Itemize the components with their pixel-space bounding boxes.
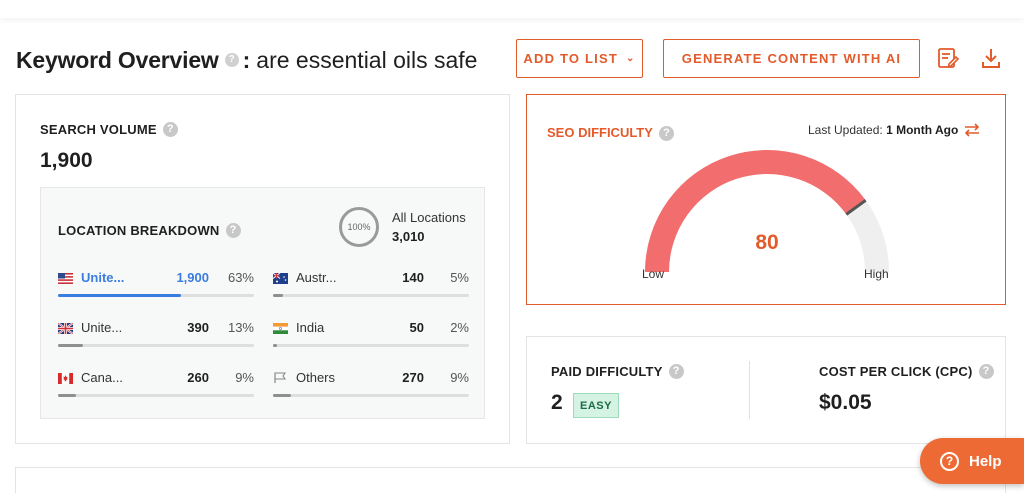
- location-bar: [273, 394, 469, 397]
- all-locations-ring: 100%: [339, 207, 379, 247]
- location-bar-fill: [273, 394, 291, 397]
- help-label: Help: [969, 452, 1002, 470]
- location-bar: [58, 344, 254, 347]
- add-to-list-button[interactable]: ADD TO LIST ⌄: [516, 39, 643, 78]
- canada-flag-icon: [58, 373, 73, 384]
- last-updated-prefix: Last Updated:: [808, 123, 883, 137]
- help-question-icon[interactable]: ?: [224, 53, 239, 67]
- location-item-uk[interactable]: Unite... 390 13%: [58, 320, 254, 350]
- location-breakdown-heading: LOCATION BREAKDOWN?: [58, 222, 241, 240]
- location-bar: [273, 294, 469, 297]
- all-locations-label: All Locations: [392, 210, 466, 225]
- seo-difficulty-value: 80: [755, 231, 779, 254]
- title-colon: :: [242, 46, 251, 73]
- help-question-icon[interactable]: ?: [978, 364, 994, 380]
- location-bar-fill: [273, 344, 277, 347]
- location-bar: [273, 344, 469, 347]
- seo-difficulty-label: SEO DIFFICULTY: [547, 125, 653, 140]
- add-to-list-label: ADD TO LIST: [523, 51, 618, 66]
- location-value: 1,900: [176, 270, 209, 285]
- all-locations-value: 3,010: [392, 229, 425, 244]
- location-percent: 5%: [450, 270, 469, 285]
- last-updated-value: 1 Month Ago: [886, 123, 959, 137]
- divider: [749, 361, 750, 419]
- location-percent: 2%: [450, 320, 469, 335]
- top-bar: [0, 0, 1024, 18]
- location-bar-fill: [58, 294, 182, 297]
- location-item-au[interactable]: Austr... 140 5%: [273, 270, 469, 300]
- page-title: Keyword Overview: [16, 46, 219, 73]
- seo-difficulty-card: SEO DIFFICULTY? Last Updated: 1 Month Ag…: [526, 94, 1006, 305]
- location-name: Cana...: [81, 370, 123, 385]
- bottom-card: [15, 467, 1006, 493]
- seo-difficulty-heading: SEO DIFFICULTY?: [547, 125, 674, 142]
- gauge-fill: [645, 150, 866, 273]
- india-flag-icon: [273, 323, 288, 334]
- location-bar: [58, 394, 254, 397]
- cpc-label: COST PER CLICK (CPC): [819, 364, 973, 379]
- generate-content-label: GENERATE CONTENT WITH AI: [681, 51, 902, 66]
- location-item-in[interactable]: India 50 2%: [273, 320, 469, 350]
- paid-difficulty-label: PAID DIFFICULTY: [551, 364, 663, 379]
- uk-flag-icon: [58, 323, 73, 334]
- location-percent: 13%: [227, 320, 254, 335]
- us-flag-icon: [58, 273, 73, 284]
- help-question-icon[interactable]: ?: [225, 223, 241, 239]
- difficulty-gauge: [645, 150, 889, 273]
- location-item-us[interactable]: Unite... 1,900 63%: [58, 270, 254, 300]
- location-value: 270: [402, 370, 424, 385]
- gauge-high-label: High: [864, 267, 889, 281]
- location-item-ca[interactable]: Cana... 260 9%: [58, 370, 254, 400]
- all-locations-summary: 100% All Locations 3,010: [339, 207, 479, 247]
- gauge-low-label: Low: [642, 267, 665, 281]
- search-volume-label: SEARCH VOLUME: [40, 122, 157, 137]
- location-percent: 9%: [450, 370, 469, 385]
- location-name: Others: [296, 370, 336, 385]
- edit-notes-icon[interactable]: [936, 46, 960, 70]
- location-value: 390: [187, 320, 209, 335]
- location-name: India: [296, 320, 325, 335]
- paid-difficulty-heading: PAID DIFFICULTY?: [551, 363, 684, 381]
- difficulty-badge: EASY: [573, 393, 619, 418]
- help-button[interactable]: ? Help: [920, 438, 1024, 484]
- location-bar-fill: [58, 394, 76, 397]
- location-value: 140: [402, 270, 424, 285]
- paid-difficulty-value: 2: [551, 391, 563, 414]
- location-value: 260: [187, 370, 209, 385]
- last-updated: Last Updated: 1 Month Ago: [808, 123, 958, 137]
- cpc-value: $0.05: [819, 391, 872, 414]
- help-question-icon[interactable]: ?: [668, 364, 684, 380]
- search-volume-heading: SEARCH VOLUME?: [40, 121, 178, 139]
- keyword-text: are essential oils safe: [256, 46, 478, 73]
- page-title-row: Keyword Overview ? : are essential oils …: [16, 40, 477, 80]
- help-question-icon[interactable]: ?: [162, 122, 178, 138]
- search-volume-value: 1,900: [40, 149, 93, 172]
- au-flag-icon: [273, 273, 288, 284]
- location-value: 50: [409, 320, 424, 335]
- chevron-down-icon: ⌄: [625, 53, 636, 64]
- location-name: Unite...: [81, 320, 123, 335]
- help-question-icon: ?: [940, 451, 959, 471]
- location-name: Austr...: [296, 270, 337, 285]
- location-bar-fill: [58, 344, 84, 347]
- location-percent: 63%: [227, 270, 254, 285]
- paid-cpc-card: PAID DIFFICULTY? 2 EASY COST PER CLICK (…: [526, 336, 1006, 444]
- location-percent: 9%: [235, 370, 254, 385]
- location-bar: [58, 294, 254, 297]
- location-name: Unite...: [81, 270, 125, 285]
- location-breakdown-label: LOCATION BREAKDOWN: [58, 223, 220, 238]
- download-icon[interactable]: [979, 46, 1003, 70]
- flag-outline-icon: [274, 372, 287, 383]
- location-breakdown-panel: LOCATION BREAKDOWN? 100% All Locations 3…: [40, 187, 485, 419]
- generate-content-button[interactable]: GENERATE CONTENT WITH AI: [663, 39, 920, 78]
- location-item-others[interactable]: Others 270 9%: [273, 370, 469, 400]
- location-bar-fill: [273, 294, 283, 297]
- cpc-heading: COST PER CLICK (CPC)?: [819, 363, 994, 381]
- search-volume-card: SEARCH VOLUME? 1,900 LOCATION BREAKDOWN?…: [15, 94, 510, 444]
- help-question-icon[interactable]: ?: [658, 126, 674, 142]
- refresh-icon[interactable]: [961, 119, 983, 141]
